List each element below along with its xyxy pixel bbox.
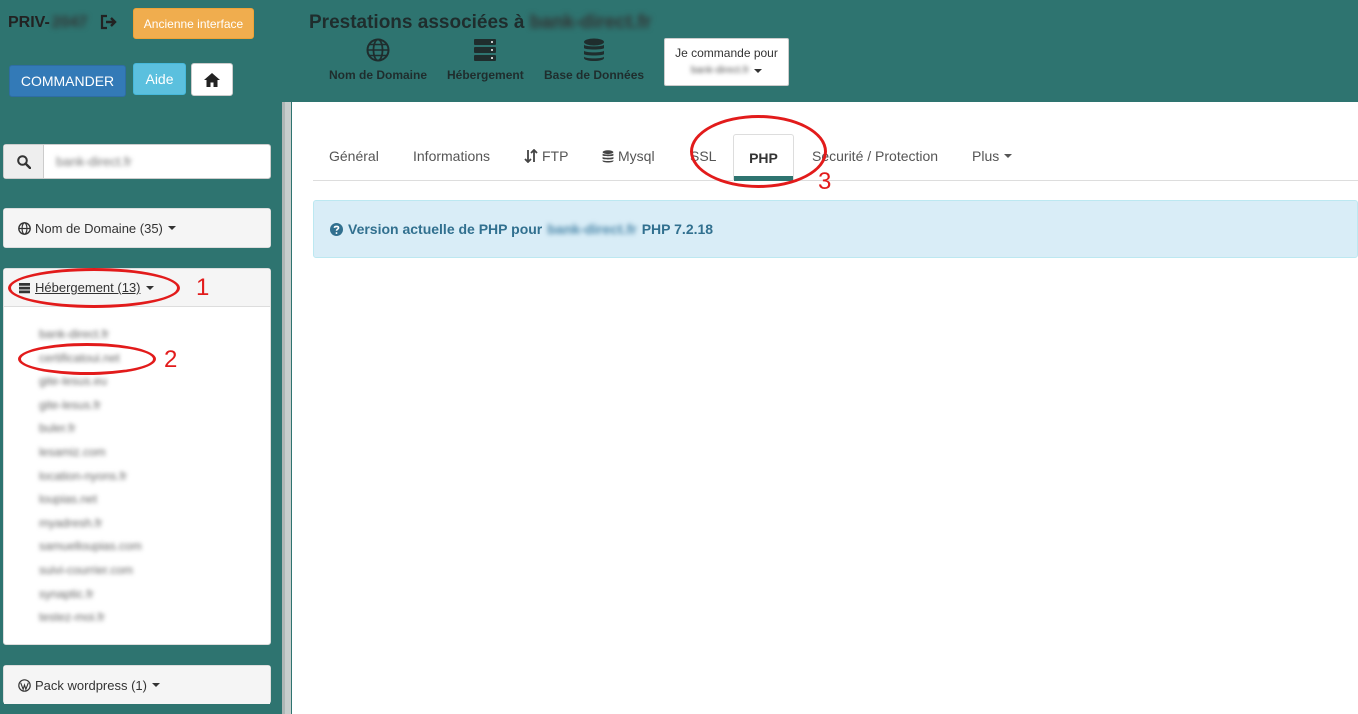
annotation-oval-1 [8, 268, 180, 308]
annotation-oval-2 [18, 343, 156, 375]
wordpress-icon [18, 678, 31, 692]
service-hosting[interactable]: Hébergement [447, 38, 524, 82]
hosting-item[interactable]: myadresh.fr [39, 516, 270, 540]
wordpress-panel: Pack wordpress (1) [3, 665, 271, 704]
question-circle-icon [330, 222, 343, 236]
caret-down-icon [1004, 154, 1013, 158]
hosting-item[interactable]: buler.fr [39, 421, 270, 445]
globe-icon [366, 38, 390, 62]
page-title: Prestations associées à bank-direct.fr [309, 12, 652, 33]
domain-panel-toggle[interactable]: Nom de Domaine (35) [4, 209, 270, 247]
domain-panel: Nom de Domaine (35) [3, 208, 271, 248]
annotation-number-1: 1 [196, 274, 210, 301]
hosting-item[interactable]: loupias.net [39, 492, 270, 516]
database-icon [602, 149, 614, 162]
search-icon[interactable] [4, 145, 44, 178]
order-for-value: bank-direct.fr [690, 65, 750, 76]
old-interface-button[interactable]: Ancienne interface [133, 8, 254, 39]
tab-general[interactable]: Général [329, 132, 379, 180]
hosting-item[interactable]: gite-lesus.eu [39, 374, 270, 398]
hosting-item[interactable]: synaptic.fr [39, 587, 270, 611]
hosting-item[interactable]: gite-lesus.fr [39, 398, 270, 422]
hosting-item[interactable]: lesamiz.com [39, 445, 270, 469]
hosting-panel: Hébergement (13) bank-direct.fr certific… [3, 268, 271, 645]
commander-button[interactable]: COMMANDER [9, 65, 126, 97]
sign-out-icon[interactable] [100, 14, 118, 32]
account-id: PRIV- 2047 [8, 14, 88, 31]
service-database[interactable]: Base de Données [544, 38, 644, 82]
hosting-tabs: Général Informations FTP Mysql SSL PHP S… [313, 132, 1358, 181]
database-icon [584, 38, 605, 61]
service-domain[interactable]: Nom de Domaine [329, 38, 427, 82]
domain-search[interactable]: bank-direct.fr [3, 144, 271, 179]
globe-icon [18, 221, 31, 235]
tab-informations[interactable]: Informations [413, 132, 490, 180]
hosting-item[interactable]: testez-moi.fr [39, 610, 270, 634]
tab-mysql[interactable]: Mysql [602, 132, 655, 180]
hosting-item[interactable]: samuelloupias.com [39, 539, 270, 563]
caret-down-icon [754, 68, 763, 73]
home-button[interactable] [191, 63, 233, 96]
server-icon [474, 39, 497, 61]
annotation-number-2: 2 [164, 346, 178, 373]
hosting-item[interactable]: suivi-courrier.com [39, 563, 270, 587]
help-button[interactable]: Aide [133, 63, 186, 95]
hosting-item[interactable]: location-nyons.fr [39, 469, 270, 493]
tab-more[interactable]: Plus [972, 132, 1013, 180]
tab-ftp[interactable]: FTP [524, 132, 568, 180]
order-for-label: Je commande pour [675, 46, 778, 60]
top-bar: PRIV- 2047 Ancienne interface COMMANDER A… [0, 0, 1358, 102]
panel-splitter[interactable] [282, 102, 291, 714]
caret-down-icon [151, 683, 160, 687]
sort-arrows-icon [524, 149, 538, 163]
order-for-dropdown[interactable]: Je commande pour bank-direct.fr [664, 38, 789, 86]
php-version-alert: Version actuelle de PHP pour bank-direct.… [313, 200, 1358, 258]
annotation-oval-3 [690, 115, 827, 188]
annotation-number-3: 3 [818, 168, 832, 195]
home-icon [204, 72, 220, 87]
caret-down-icon [167, 226, 176, 230]
search-input[interactable]: bank-direct.fr [44, 145, 270, 178]
wordpress-panel-toggle[interactable]: Pack wordpress (1) [4, 666, 270, 704]
